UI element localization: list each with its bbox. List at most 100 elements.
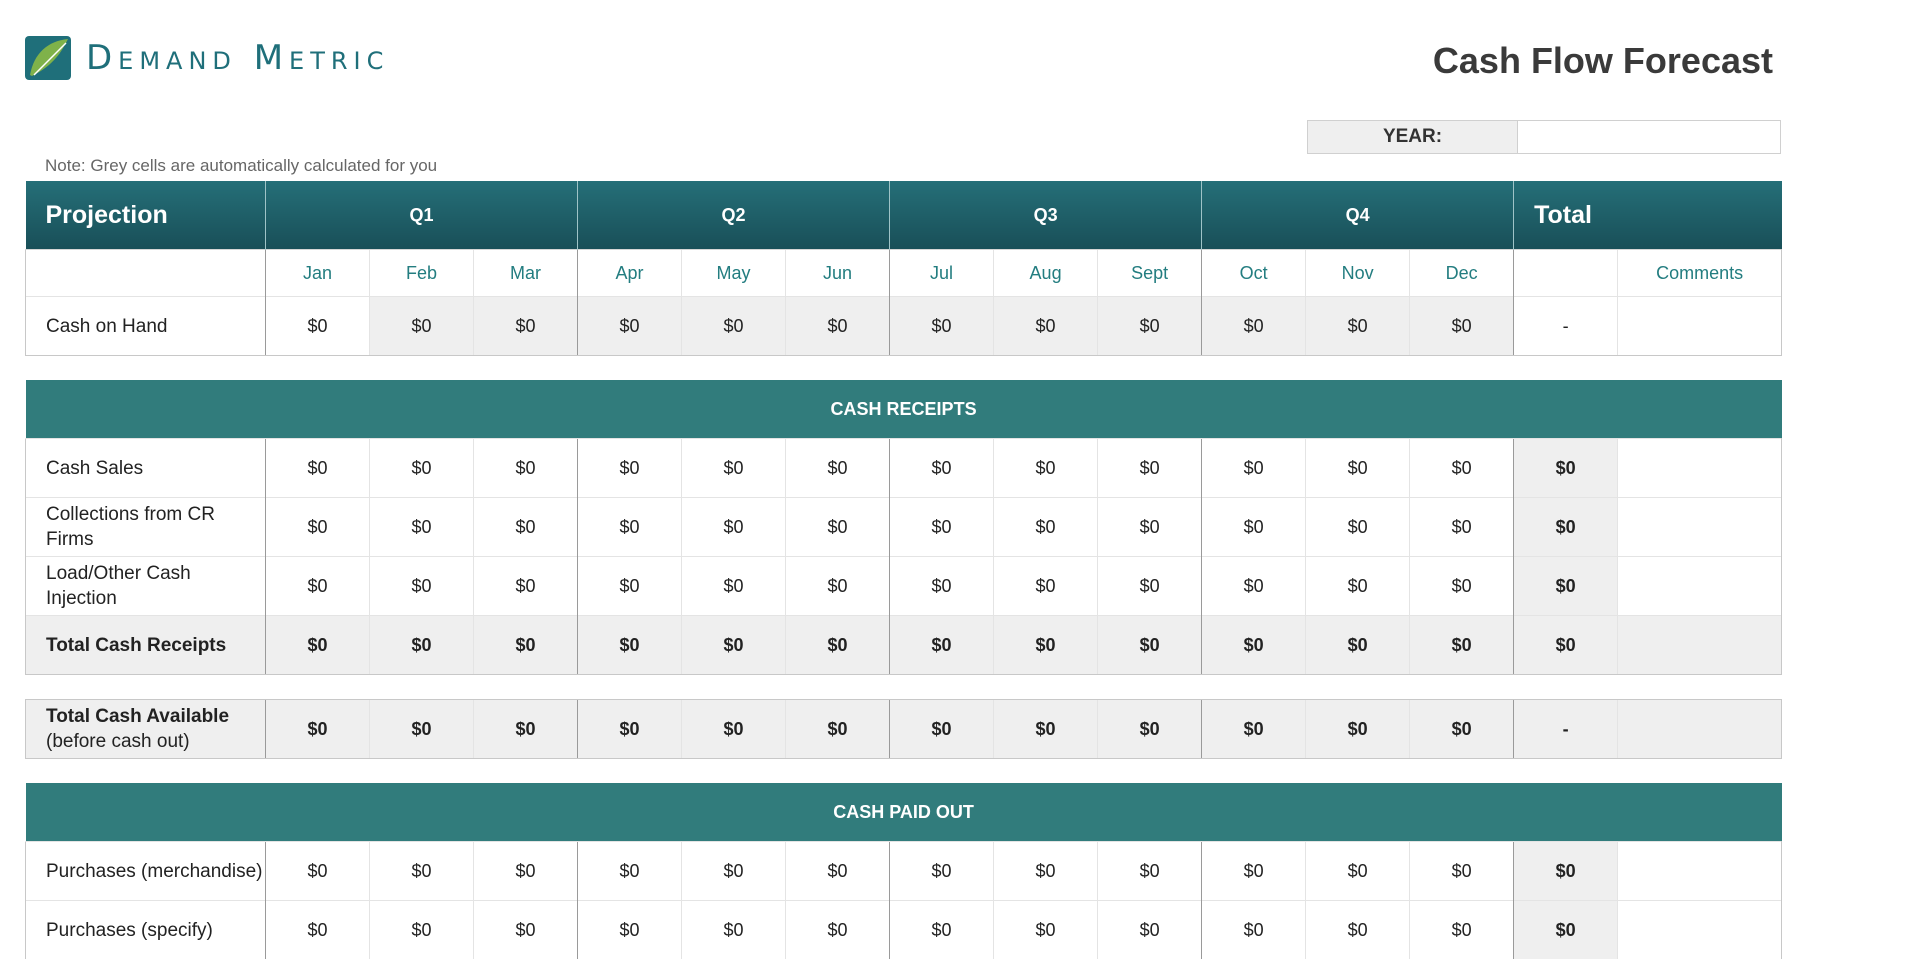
year-label: YEAR: xyxy=(1308,121,1518,153)
cash-on-hand-jul: $0 xyxy=(890,297,994,356)
loan-other-jun[interactable]: $0 xyxy=(786,557,890,616)
purchases-specify-sept[interactable]: $0 xyxy=(1098,901,1202,959)
total-receipts-apr: $0 xyxy=(578,616,682,675)
purchases-merch-mar[interactable]: $0 xyxy=(474,842,578,901)
total-receipts-total: $0 xyxy=(1514,616,1618,675)
collections-mar[interactable]: $0 xyxy=(474,498,578,557)
purchases-merch-jun[interactable]: $0 xyxy=(786,842,890,901)
cash-sales-mar[interactable]: $0 xyxy=(474,439,578,498)
total-receipts-mar: $0 xyxy=(474,616,578,675)
cash-sales-nov[interactable]: $0 xyxy=(1306,439,1410,498)
purchases-specify-jun[interactable]: $0 xyxy=(786,901,890,959)
total-available-may: $0 xyxy=(682,700,786,759)
purchases-merch-nov[interactable]: $0 xyxy=(1306,842,1410,901)
total-receipts-jan: $0 xyxy=(266,616,370,675)
collections-jan[interactable]: $0 xyxy=(266,498,370,557)
q3-header: Q3 xyxy=(890,181,1202,250)
loan-other-aug[interactable]: $0 xyxy=(994,557,1098,616)
logo-text: Demand Metric xyxy=(86,41,389,75)
purchases-merch-comment[interactable] xyxy=(1618,842,1782,901)
purchases-specify-may[interactable]: $0 xyxy=(682,901,786,959)
purchases-merch-jul[interactable]: $0 xyxy=(890,842,994,901)
purchases-merch-sept[interactable]: $0 xyxy=(1098,842,1202,901)
total-receipts-comment[interactable] xyxy=(1618,616,1782,675)
total-receipts-aug: $0 xyxy=(994,616,1098,675)
collections-apr[interactable]: $0 xyxy=(578,498,682,557)
purchases-merch-dec[interactable]: $0 xyxy=(1410,842,1514,901)
collections-comment[interactable] xyxy=(1618,498,1782,557)
purchases-specify-comment[interactable] xyxy=(1618,901,1782,959)
collections-may[interactable]: $0 xyxy=(682,498,786,557)
purchases-specify-jan[interactable]: $0 xyxy=(266,901,370,959)
collections-jun[interactable]: $0 xyxy=(786,498,890,557)
purchases-merch-label: Purchases (merchandise) xyxy=(26,842,266,901)
loan-other-mar[interactable]: $0 xyxy=(474,557,578,616)
logo-leaf-icon xyxy=(24,35,72,81)
loan-other-feb[interactable]: $0 xyxy=(370,557,474,616)
purchases-specify-aug[interactable]: $0 xyxy=(994,901,1098,959)
total-header: Total xyxy=(1514,181,1782,250)
loan-other-oct[interactable]: $0 xyxy=(1202,557,1306,616)
loan-other-may[interactable]: $0 xyxy=(682,557,786,616)
total-receipts-nov: $0 xyxy=(1306,616,1410,675)
purchases-specify-feb[interactable]: $0 xyxy=(370,901,474,959)
cash-sales-jan[interactable]: $0 xyxy=(266,439,370,498)
loan-other-sept[interactable]: $0 xyxy=(1098,557,1202,616)
purchases-specify-oct[interactable]: $0 xyxy=(1202,901,1306,959)
total-available-comment[interactable] xyxy=(1618,700,1782,759)
cash-sales-aug[interactable]: $0 xyxy=(994,439,1098,498)
loan-other-dec[interactable]: $0 xyxy=(1410,557,1514,616)
purchases-specify-dec[interactable]: $0 xyxy=(1410,901,1514,959)
cash-on-hand-label: Cash on Hand xyxy=(26,297,266,356)
purchases-specify-jul[interactable]: $0 xyxy=(890,901,994,959)
collections-label: Collections from CR Firms xyxy=(26,498,266,557)
month-oct: Oct xyxy=(1202,250,1306,297)
total-available-row: Total Cash Available (before cash out) $… xyxy=(26,700,1782,759)
q2-header: Q2 xyxy=(578,181,890,250)
purchases-merch-jan[interactable]: $0 xyxy=(266,842,370,901)
loan-other-comment[interactable] xyxy=(1618,557,1782,616)
purchases-specify-row: Purchases (specify) $0 $0 $0 $0 $0 $0 $0… xyxy=(26,901,1782,959)
cash-sales-may[interactable]: $0 xyxy=(682,439,786,498)
cash-receipts-heading: CASH RECEIPTS xyxy=(26,380,1782,439)
purchases-merch-oct[interactable]: $0 xyxy=(1202,842,1306,901)
cash-paid-out-heading: CASH PAID OUT xyxy=(26,783,1782,842)
loan-other-jan[interactable]: $0 xyxy=(266,557,370,616)
collections-dec[interactable]: $0 xyxy=(1410,498,1514,557)
loan-other-apr[interactable]: $0 xyxy=(578,557,682,616)
year-input[interactable] xyxy=(1518,121,1780,153)
cash-on-hand-feb: $0 xyxy=(370,297,474,356)
cash-sales-jul[interactable]: $0 xyxy=(890,439,994,498)
collections-oct[interactable]: $0 xyxy=(1202,498,1306,557)
cash-on-hand-sept: $0 xyxy=(1098,297,1202,356)
purchases-merch-feb[interactable]: $0 xyxy=(370,842,474,901)
collections-aug[interactable]: $0 xyxy=(994,498,1098,557)
cash-sales-oct[interactable]: $0 xyxy=(1202,439,1306,498)
month-dec: Dec xyxy=(1410,250,1514,297)
loan-other-nov[interactable]: $0 xyxy=(1306,557,1410,616)
cash-on-hand-comment[interactable] xyxy=(1618,297,1782,356)
cash-sales-sept[interactable]: $0 xyxy=(1098,439,1202,498)
cash-sales-dec[interactable]: $0 xyxy=(1410,439,1514,498)
purchases-merch-may[interactable]: $0 xyxy=(682,842,786,901)
purchases-specify-apr[interactable]: $0 xyxy=(578,901,682,959)
purchases-specify-mar[interactable]: $0 xyxy=(474,901,578,959)
cash-sales-apr[interactable]: $0 xyxy=(578,439,682,498)
collections-jul[interactable]: $0 xyxy=(890,498,994,557)
collections-sept[interactable]: $0 xyxy=(1098,498,1202,557)
cash-sales-row: Cash Sales $0 $0 $0 $0 $0 $0 $0 $0 $0 $0… xyxy=(26,439,1782,498)
collections-total: $0 xyxy=(1514,498,1618,557)
purchases-specify-nov[interactable]: $0 xyxy=(1306,901,1410,959)
month-sept: Sept xyxy=(1098,250,1202,297)
q1-header: Q1 xyxy=(266,181,578,250)
cash-on-hand-jan[interactable]: $0 xyxy=(266,297,370,356)
cash-sales-jun[interactable]: $0 xyxy=(786,439,890,498)
month-feb: Feb xyxy=(370,250,474,297)
collections-nov[interactable]: $0 xyxy=(1306,498,1410,557)
purchases-merch-aug[interactable]: $0 xyxy=(994,842,1098,901)
loan-other-jul[interactable]: $0 xyxy=(890,557,994,616)
collections-feb[interactable]: $0 xyxy=(370,498,474,557)
cash-sales-feb[interactable]: $0 xyxy=(370,439,474,498)
cash-sales-comment[interactable] xyxy=(1618,439,1782,498)
purchases-merch-apr[interactable]: $0 xyxy=(578,842,682,901)
